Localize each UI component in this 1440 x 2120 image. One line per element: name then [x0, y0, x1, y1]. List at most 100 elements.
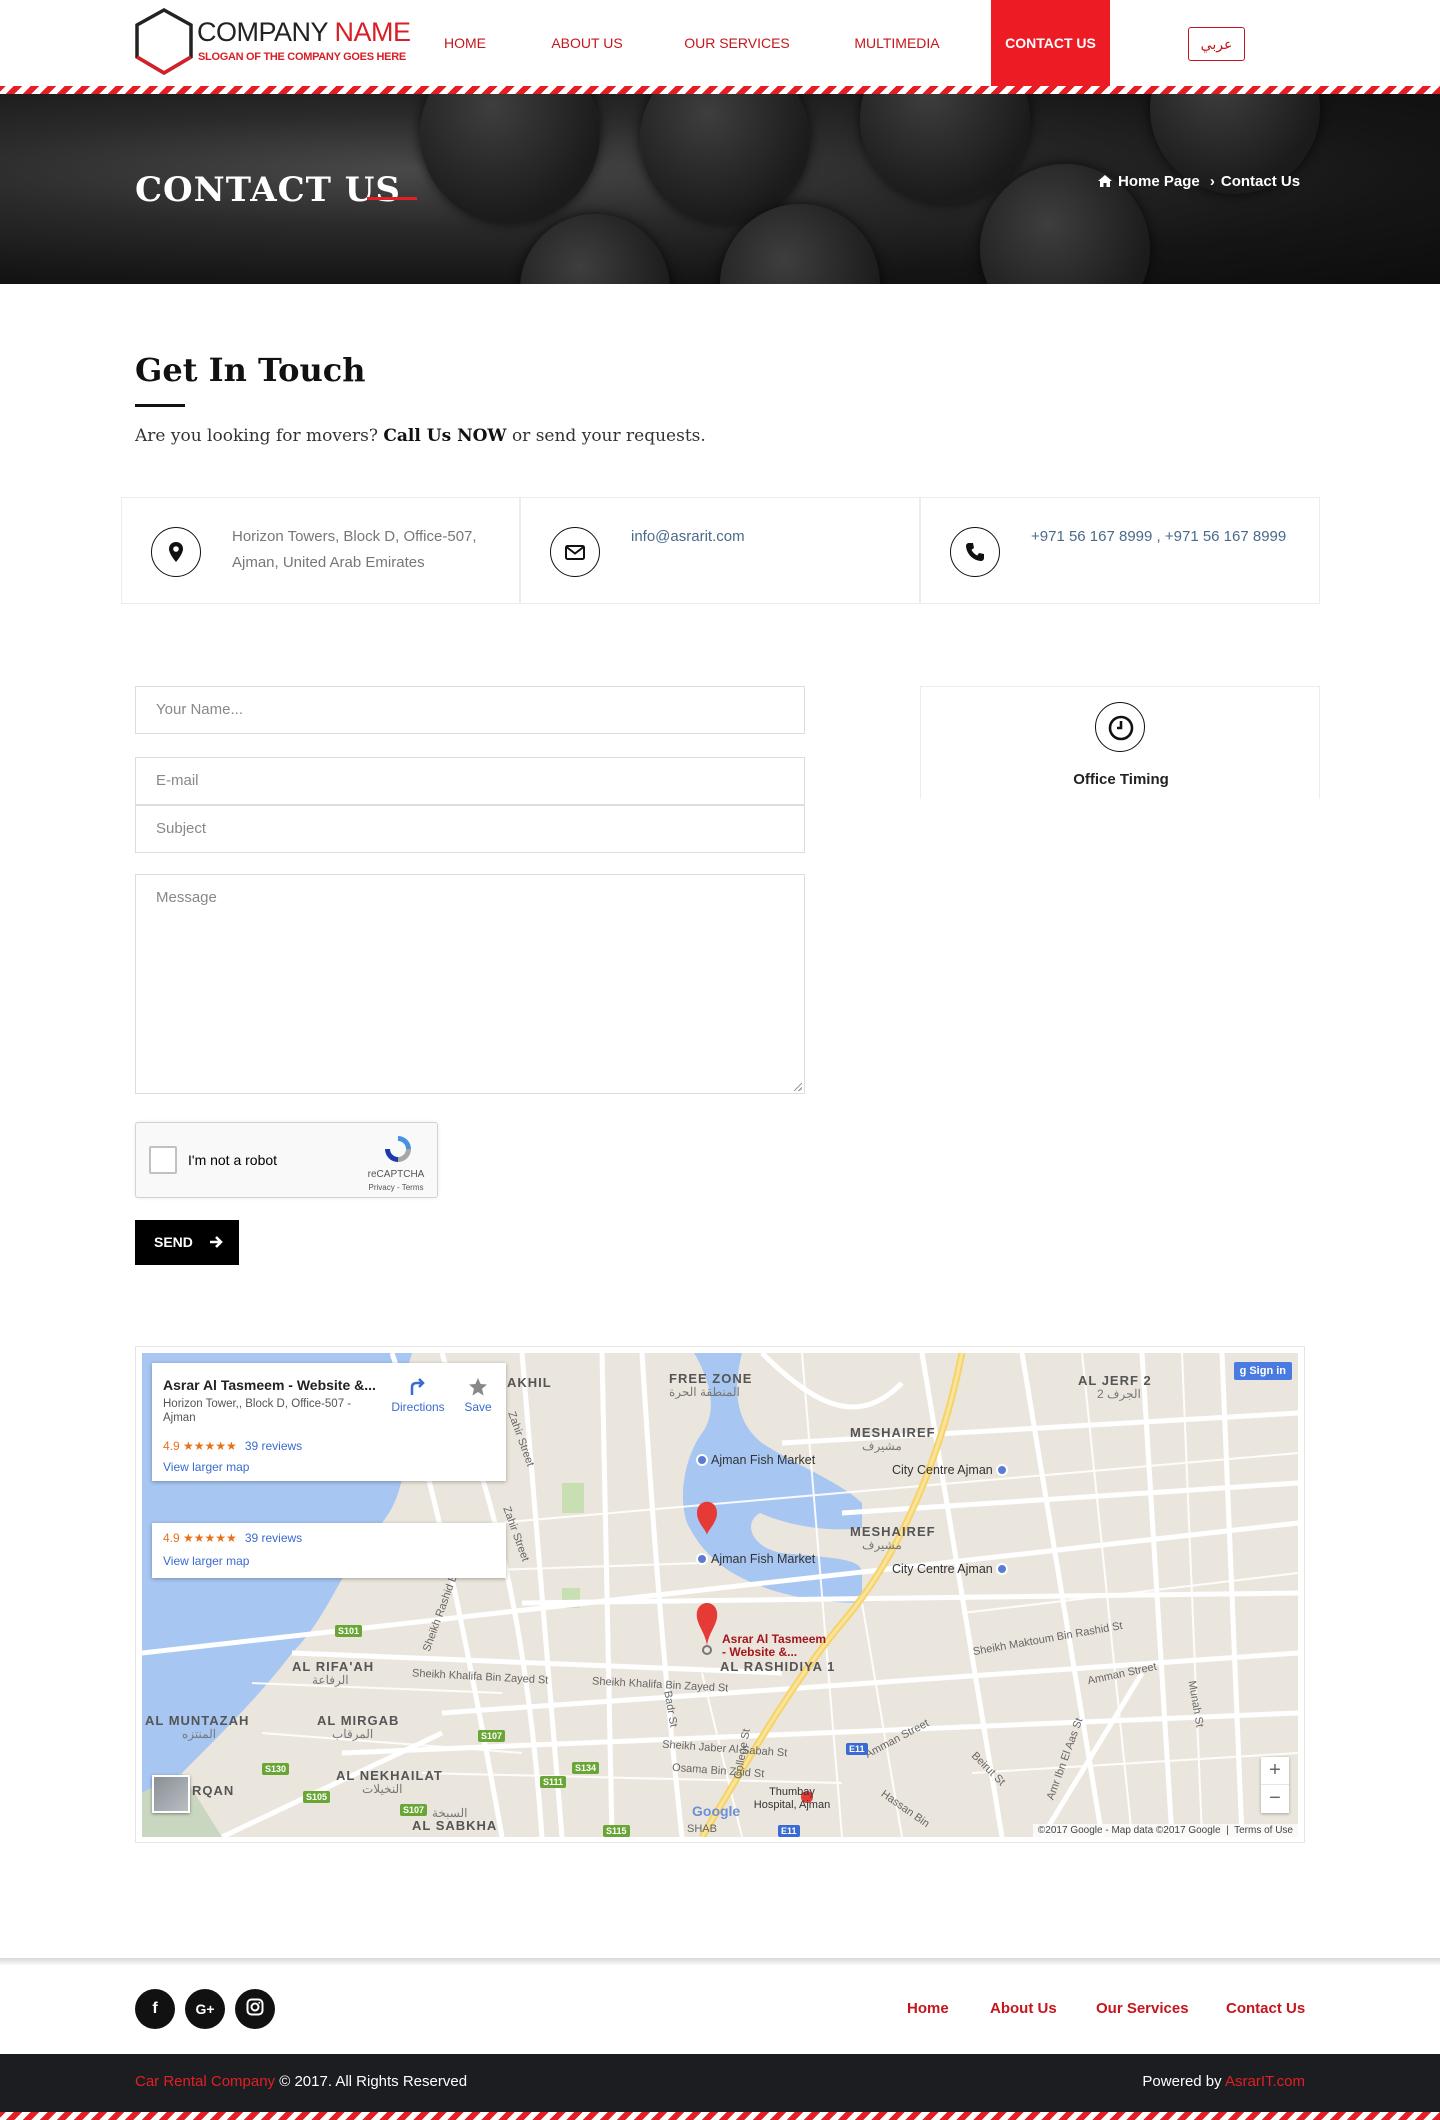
- map-area-label: AL MIRGAB: [317, 1713, 400, 1728]
- company-link[interactable]: Car Rental Company: [135, 2073, 275, 2090]
- powered-by: Powered by AsrarIT.com: [1142, 2073, 1305, 2090]
- road-shield: S130: [262, 1763, 290, 1775]
- company-slogan: SLOGAN OF THE COMPANY GOES HERE: [198, 51, 406, 63]
- map-area-label-ar: المرقاب: [332, 1727, 374, 1741]
- zoom-in-button[interactable]: +: [1261, 1757, 1289, 1784]
- section-intro: Are you looking for movers? Call Us NOW …: [135, 426, 706, 446]
- nav-about-us[interactable]: ABOUT US: [540, 0, 634, 86]
- star-icon: [469, 1378, 487, 1396]
- footer-link-about-us[interactable]: About Us: [990, 2000, 1057, 2017]
- google-icon: g: [1239, 1365, 1247, 1377]
- view-larger-map-link[interactable]: View larger map: [163, 1554, 249, 1568]
- subject-input[interactable]: Subject: [135, 805, 805, 853]
- keypad-decoration: [420, 94, 600, 224]
- instagram-icon[interactable]: [235, 1989, 275, 2029]
- footer-stripe: [0, 2112, 1440, 2120]
- road-shield: E11: [778, 1825, 800, 1837]
- phone-numbers[interactable]: +971 56 167 8999 , +971 56 167 8999: [1031, 524, 1286, 550]
- name-input[interactable]: Your Name...: [135, 686, 805, 734]
- logo[interactable]: COMPANY NAME SLOGAN OF THE COMPANY GOES …: [133, 7, 411, 77]
- map-poi-hospital[interactable]: Thumbay Hospital, Ajman: [747, 1786, 837, 1812]
- map-area-label: MESHAIREF: [850, 1425, 936, 1440]
- nav-home[interactable]: HOME: [432, 0, 498, 86]
- reviews-link[interactable]: 39 reviews: [245, 1531, 302, 1545]
- map-area-label-ar: مشيرف: [862, 1439, 902, 1453]
- language-switch-button[interactable]: عربي: [1188, 27, 1245, 61]
- site-header: COMPANY NAME SLOGAN OF THE COMPANY GOES …: [0, 0, 1440, 86]
- zoom-out-button[interactable]: −: [1261, 1784, 1289, 1812]
- recaptcha-logo-icon: [385, 1136, 411, 1162]
- nav-our-services[interactable]: OUR SERVICES: [678, 0, 796, 86]
- recaptcha-links[interactable]: Privacy - Terms: [361, 1183, 431, 1192]
- map-poi[interactable]: Ajman Fish Market: [696, 1552, 815, 1566]
- directions-icon: [410, 1378, 425, 1395]
- map-area-label-ar: النخيلات: [362, 1782, 403, 1796]
- road-shield: S111: [540, 1776, 567, 1788]
- place-info-card: Asrar Al Tasmeem - Website &... Horizon …: [152, 1363, 506, 1481]
- phone-icon: [950, 527, 1000, 577]
- send-button[interactable]: SEND: [135, 1220, 239, 1265]
- recaptcha-label: I'm not a robot: [188, 1152, 278, 1168]
- envelope-icon: [550, 527, 600, 577]
- map-poi[interactable]: City Centre Ajman: [892, 1562, 1011, 1576]
- map-area-label: AL RIFA'AH: [292, 1659, 375, 1674]
- office-timing-card: Office Timing: [920, 686, 1320, 799]
- zoom-controls: + −: [1261, 1757, 1289, 1813]
- map-terms-link[interactable]: Terms of Use: [1234, 1825, 1293, 1836]
- breadcrumb: Home Page › Contact Us: [1098, 173, 1300, 190]
- clock-icon: [1095, 702, 1145, 752]
- street-view-thumbnail[interactable]: [152, 1775, 190, 1813]
- address-text: Horizon Towers, Block D, Office-507, Ajma…: [232, 528, 477, 571]
- place-title: Asrar Al Tasmeem - Website &...: [163, 1377, 376, 1393]
- map-area-label: AL MUNTAZAH: [145, 1713, 250, 1728]
- hexagon-logo-icon: [135, 7, 193, 76]
- road-shield: S134: [572, 1762, 600, 1774]
- map-area-label: SHAB: [687, 1823, 717, 1835]
- email-input[interactable]: E-mail: [135, 757, 805, 805]
- map-poi[interactable]: Ajman Fish Market: [696, 1453, 815, 1467]
- place-rating-card: 4.9 ★★★★★ 39 reviews View larger map: [152, 1523, 506, 1578]
- breadcrumb-current: Contact Us: [1220, 173, 1301, 190]
- email-link[interactable]: info@asrarit.com: [631, 524, 745, 550]
- directions-button[interactable]: Directions: [387, 1377, 449, 1414]
- nav-contact-us[interactable]: CONTACT US: [991, 0, 1110, 86]
- copyright-text: Car Rental Company © 2017. All Rights Re…: [135, 2073, 468, 2090]
- header-stripe: [0, 86, 1440, 94]
- nav-multimedia[interactable]: MULTIMEDIA: [842, 0, 952, 86]
- footer-link-home[interactable]: Home: [907, 2000, 949, 2017]
- map-frame: FREE ZONE المنطقة الحرة AL JERF 2 الجرف …: [135, 1346, 1305, 1843]
- map-area-label-ar: الجرف 2: [1097, 1387, 1141, 1401]
- reviews-link[interactable]: 39 reviews: [245, 1439, 302, 1453]
- company-name: COMPANY NAME: [197, 17, 411, 47]
- resize-handle-icon[interactable]: [794, 1083, 802, 1091]
- map-area-label-ar: المنتزه: [182, 1727, 217, 1741]
- recaptcha-brand: reCAPTCHA: [367, 1169, 425, 1180]
- section-title: Get In Touch: [135, 351, 366, 389]
- map-area-label-ar: الرفاعة: [312, 1673, 349, 1687]
- map-area-label: MESHAIREF: [850, 1524, 936, 1539]
- map-area-label-ar: مشيرف: [862, 1538, 902, 1552]
- map-area-label: AL RASHIDIYA 1: [720, 1659, 836, 1674]
- chevron-right-icon: ›: [1209, 173, 1215, 190]
- road-shield: S101: [335, 1625, 363, 1637]
- google-map[interactable]: FREE ZONE المنطقة الحرة AL JERF 2 الجرف …: [142, 1353, 1298, 1837]
- place-rating: 4.9 ★★★★★ 39 reviews: [163, 1531, 303, 1545]
- place-rating: 4.9 ★★★★★ 39 reviews: [163, 1439, 303, 1453]
- message-textarea[interactable]: Message: [135, 874, 805, 1094]
- facebook-icon[interactable]: f: [135, 1989, 175, 2029]
- map-area-label: AL JERF 2: [1078, 1373, 1152, 1388]
- keypad-decoration: [520, 214, 670, 284]
- map-poi[interactable]: City Centre Ajman: [892, 1463, 1011, 1477]
- footer-link-our-services[interactable]: Our Services: [1096, 2000, 1189, 2017]
- map-marker-label[interactable]: Asrar Al Tasmeem - Website &...: [722, 1633, 826, 1659]
- view-larger-map-link[interactable]: View larger map: [163, 1460, 249, 1474]
- powered-by-link[interactable]: AsrarIT.com: [1225, 2073, 1305, 2090]
- title-underline: [367, 197, 417, 200]
- recaptcha-checkbox[interactable]: [149, 1146, 177, 1174]
- google-plus-icon[interactable]: G+: [185, 1989, 225, 2029]
- save-button[interactable]: Save: [455, 1377, 501, 1414]
- map-area-label: AL SABKHA: [412, 1818, 498, 1833]
- map-sign-in-button[interactable]: g Sign in: [1233, 1362, 1292, 1380]
- breadcrumb-home[interactable]: Home Page: [1118, 173, 1200, 190]
- footer-link-contact-us[interactable]: Contact Us: [1226, 2000, 1305, 2017]
